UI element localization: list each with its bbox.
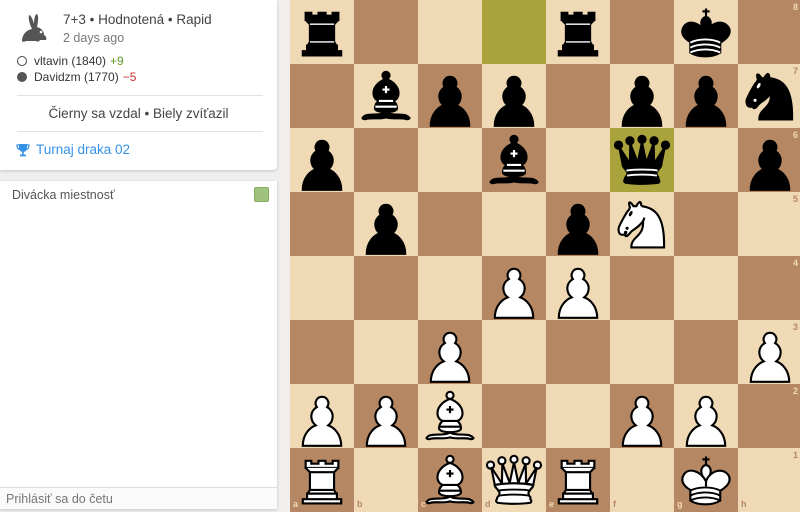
white-pawn-icon[interactable] bbox=[418, 320, 482, 384]
square-c4[interactable] bbox=[418, 256, 482, 320]
file-label: f bbox=[613, 499, 616, 509]
black-pawn-icon[interactable] bbox=[674, 64, 738, 128]
black-pawn-icon[interactable] bbox=[290, 128, 354, 192]
white-bishop-icon[interactable] bbox=[418, 448, 482, 512]
square-e2[interactable] bbox=[546, 384, 610, 448]
black-pawn-icon[interactable] bbox=[738, 128, 800, 192]
square-b4[interactable] bbox=[354, 256, 418, 320]
black-pawn-icon[interactable] bbox=[546, 192, 610, 256]
black-rook-icon[interactable] bbox=[290, 0, 354, 64]
white-pawn-icon[interactable] bbox=[546, 256, 610, 320]
square-f4[interactable] bbox=[610, 256, 674, 320]
square-f1[interactable] bbox=[610, 448, 674, 512]
white-player-name[interactable]: vltavin (1840) bbox=[34, 54, 106, 68]
game-time-ago: 2 days ago bbox=[63, 31, 125, 45]
square-c8[interactable] bbox=[418, 0, 482, 64]
black-color-icon bbox=[17, 72, 27, 82]
square-a5[interactable] bbox=[290, 192, 354, 256]
square-h1[interactable] bbox=[738, 448, 800, 512]
square-c6[interactable] bbox=[418, 128, 482, 192]
square-d5[interactable] bbox=[482, 192, 546, 256]
black-pawn-icon[interactable] bbox=[482, 64, 546, 128]
square-a4[interactable] bbox=[290, 256, 354, 320]
square-h5[interactable] bbox=[738, 192, 800, 256]
square-a3[interactable] bbox=[290, 320, 354, 384]
game-title: 7+3 • Hodnotená • Rapid bbox=[63, 12, 212, 27]
divider bbox=[17, 95, 263, 96]
black-pawn-icon[interactable] bbox=[610, 64, 674, 128]
white-player[interactable]: vltavin (1840) +9 bbox=[17, 54, 124, 68]
white-knight-icon[interactable] bbox=[610, 192, 674, 256]
square-b3[interactable] bbox=[354, 320, 418, 384]
black-knight-icon[interactable] bbox=[738, 64, 800, 128]
black-king-icon[interactable] bbox=[674, 0, 738, 64]
square-c5[interactable] bbox=[418, 192, 482, 256]
black-pawn-icon[interactable] bbox=[354, 192, 418, 256]
square-f3[interactable] bbox=[610, 320, 674, 384]
square-e3[interactable] bbox=[546, 320, 610, 384]
black-player-name[interactable]: Davidzm (1770) bbox=[34, 70, 119, 84]
black-pawn-icon[interactable] bbox=[418, 64, 482, 128]
square-g3[interactable] bbox=[674, 320, 738, 384]
white-rook-icon[interactable] bbox=[546, 448, 610, 512]
rank-label: 2 bbox=[793, 386, 799, 396]
square-h8[interactable] bbox=[738, 0, 800, 64]
rank-label: 4 bbox=[793, 258, 799, 268]
square-b6[interactable] bbox=[354, 128, 418, 192]
square-e7[interactable] bbox=[546, 64, 610, 128]
rank-label: 1 bbox=[793, 450, 799, 460]
white-queen-icon[interactable] bbox=[482, 448, 546, 512]
black-queen-icon[interactable] bbox=[610, 128, 674, 192]
square-e6[interactable] bbox=[546, 128, 610, 192]
square-d8[interactable] bbox=[482, 0, 546, 64]
tournament-name[interactable]: Turnaj draka 02 bbox=[36, 142, 130, 157]
chat-toggle[interactable] bbox=[254, 187, 269, 202]
chat-title: Divácka miestnosť bbox=[12, 188, 115, 202]
square-b8[interactable] bbox=[354, 0, 418, 64]
black-rook-icon[interactable] bbox=[546, 0, 610, 64]
rabbit-icon bbox=[22, 14, 47, 42]
rank-label: 8 bbox=[793, 2, 799, 12]
divider bbox=[17, 131, 263, 132]
square-d2[interactable] bbox=[482, 384, 546, 448]
square-a7[interactable] bbox=[290, 64, 354, 128]
spectator-chat: Divácka miestnosť Prihlásiť sa do četu bbox=[0, 181, 277, 509]
square-f8[interactable] bbox=[610, 0, 674, 64]
square-g6[interactable] bbox=[674, 128, 738, 192]
white-pawn-icon[interactable] bbox=[610, 384, 674, 448]
square-h4[interactable] bbox=[738, 256, 800, 320]
game-result: Čierny sa vzdal • Biely zvíťazil bbox=[48, 106, 229, 121]
game-info-panel: 7+3 • Hodnotená • Rapid 2 days ago vltav… bbox=[0, 0, 277, 170]
white-bishop-icon[interactable] bbox=[418, 384, 482, 448]
white-rook-icon[interactable] bbox=[290, 448, 354, 512]
file-label: h bbox=[741, 499, 747, 509]
white-pawn-icon[interactable] bbox=[482, 256, 546, 320]
square-h2[interactable] bbox=[738, 384, 800, 448]
square-g4[interactable] bbox=[674, 256, 738, 320]
white-pawn-icon[interactable] bbox=[674, 384, 738, 448]
white-rating-diff: +9 bbox=[110, 54, 124, 68]
black-player[interactable]: Davidzm (1770) −5 bbox=[17, 70, 136, 84]
chat-input[interactable]: Prihlásiť sa do četu bbox=[0, 487, 277, 509]
square-d3[interactable] bbox=[482, 320, 546, 384]
black-rating-diff: −5 bbox=[122, 70, 137, 84]
rank-label: 5 bbox=[793, 194, 799, 204]
white-color-icon bbox=[17, 56, 27, 66]
white-pawn-icon[interactable] bbox=[738, 320, 800, 384]
tournament-link[interactable]: Turnaj draka 02 bbox=[16, 142, 130, 157]
white-pawn-icon[interactable] bbox=[354, 384, 418, 448]
trophy-icon bbox=[16, 143, 30, 156]
black-bishop-icon[interactable] bbox=[482, 128, 546, 192]
white-pawn-icon[interactable] bbox=[290, 384, 354, 448]
file-label: b bbox=[357, 499, 363, 509]
square-b1[interactable] bbox=[354, 448, 418, 512]
black-bishop-icon[interactable] bbox=[354, 64, 418, 128]
square-g5[interactable] bbox=[674, 192, 738, 256]
white-king-icon[interactable] bbox=[674, 448, 738, 512]
chess-board[interactable]: abcdefgh87654321 bbox=[290, 0, 800, 512]
